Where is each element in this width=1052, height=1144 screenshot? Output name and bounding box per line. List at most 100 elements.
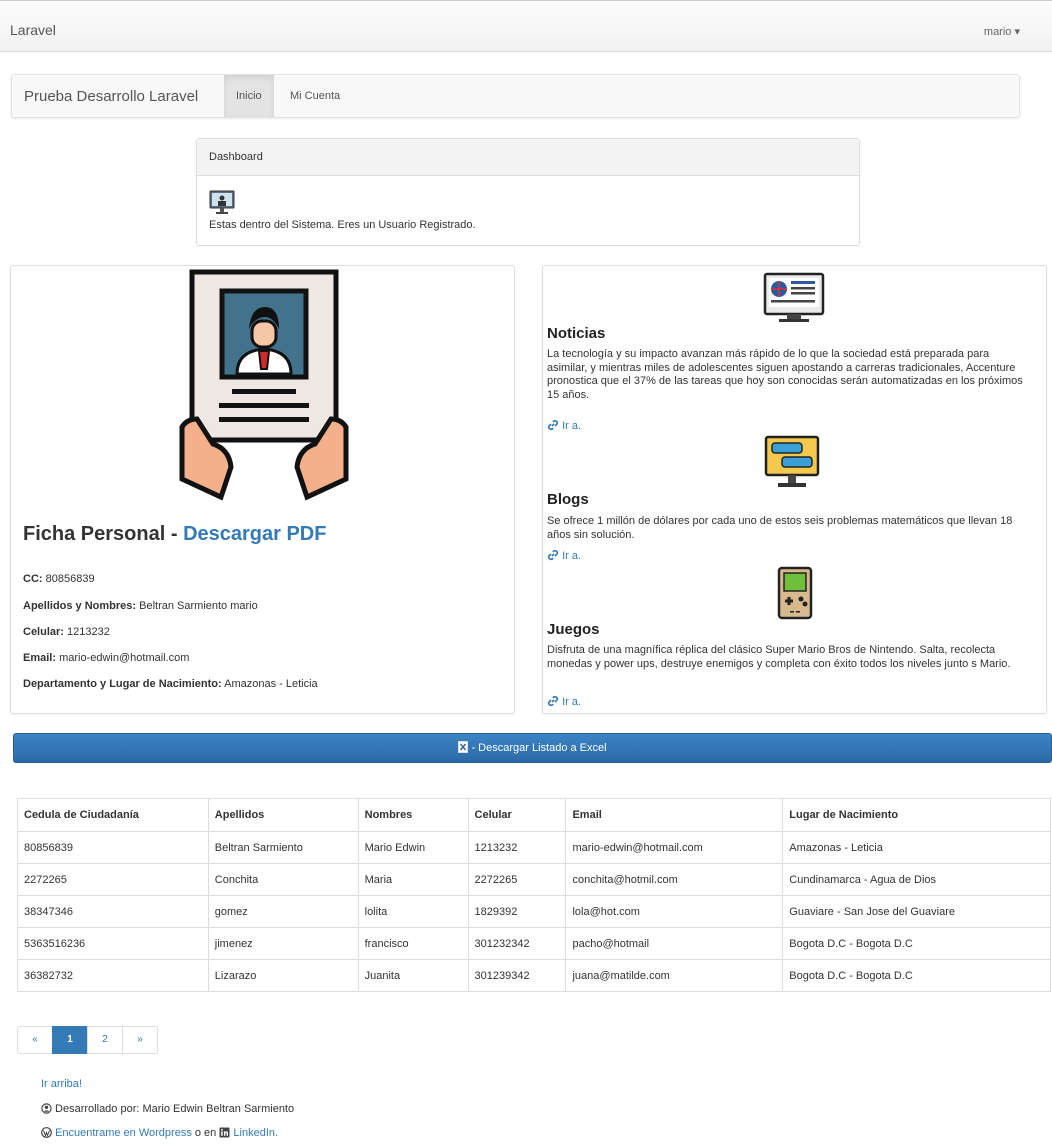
cell-apellidos: Lizarazo — [207, 959, 359, 992]
cell-apellidos: Conchita — [207, 863, 359, 896]
cell-celular: 2272265 — [467, 863, 567, 896]
cell-lugar: Amazonas - Leticia — [782, 831, 1051, 864]
news-link-juegos[interactable]: Ir a. — [547, 695, 581, 708]
wordpress-link[interactable]: Encuentrame en Wordpress — [55, 1127, 192, 1139]
download-excel-button[interactable]: - Descargar Listado a Excel — [13, 733, 1052, 763]
pagination-page-1[interactable]: 1 — [52, 1026, 88, 1054]
birthplace-value: Amazonas - Leticia — [221, 678, 318, 690]
top-navbar: Laravel mario ▾ — [0, 0, 1052, 52]
cell-lugar: Bogota D.C - Bogota D.C — [782, 927, 1051, 960]
table-row: 5363516236 jimenez francisco 301232342 p… — [17, 927, 1051, 960]
cell-nombres: Maria — [357, 863, 469, 896]
link-icon — [547, 549, 559, 561]
cell-nombres: francisco — [357, 927, 469, 960]
field-names: Apellidos y Nombres: Beltran Sarmiento m… — [23, 600, 258, 612]
cell-lugar: Cundinamarca - Agua de Dios — [782, 863, 1051, 896]
linkedin-link[interactable]: LinkedIn. — [233, 1127, 278, 1139]
col-header-lugar: Lugar de Nacimiento — [782, 798, 1051, 832]
pagination: « 1 2 » — [17, 1026, 158, 1054]
computer-user-icon — [209, 190, 235, 214]
developer-text: Desarrollado por: Mario Edwin Beltran Sa… — [52, 1103, 295, 1115]
app-brand[interactable]: Laravel — [10, 22, 56, 38]
ficha-personal-panel: Ficha Personal - Descargar PDF CC: 80856… — [10, 265, 515, 714]
table-row: 38347346 gomez lolita 1829392 lola@hot.c… — [17, 895, 1051, 928]
pagination-page-2[interactable]: 2 — [87, 1026, 123, 1054]
cell-email: mario-edwin@hotmail.com — [565, 831, 784, 864]
cell-cedula: 38347346 — [17, 895, 209, 928]
download-pdf-link[interactable]: Descargar PDF — [183, 523, 326, 545]
cell-email: lola@hot.com — [565, 895, 784, 928]
ficha-title: Ficha Personal - Descargar PDF — [23, 523, 326, 546]
tab-mi-cuenta[interactable]: Mi Cuenta — [278, 75, 352, 117]
news-text-blogs: Se ofrece 1 millón de dólares por cada u… — [547, 515, 1013, 541]
cell-apellidos: Beltran Sarmiento — [207, 831, 359, 864]
linkedin-icon — [219, 1127, 230, 1138]
col-header-celular: Celular — [467, 798, 567, 832]
pagination-prev[interactable]: « — [17, 1026, 53, 1054]
table-row: 80856839 Beltran Sarmiento Mario Edwin 1… — [17, 831, 1051, 864]
col-header-nombres: Nombres — [357, 798, 469, 832]
cell-email: pacho@hotmail — [565, 927, 784, 960]
wordpress-icon — [41, 1127, 52, 1138]
news-link-label: Ir a. — [562, 696, 582, 708]
cell-lugar: Guaviare - San Jose del Guaviare — [782, 895, 1051, 928]
field-celular: Celular: 1213232 — [23, 626, 110, 638]
news-title-blogs: Blogs — [547, 491, 589, 508]
footer-or-text: o en — [191, 1127, 220, 1139]
news-panel: Noticias La tecnología y su impacto avan… — [542, 265, 1047, 714]
cell-lugar: Bogota D.C - Bogota D.C — [782, 959, 1051, 992]
cell-nombres: Juanita — [357, 959, 469, 992]
footer-top: Ir arriba! — [41, 1078, 82, 1090]
user-menu-dropdown[interactable]: mario ▾ — [984, 25, 1020, 38]
news-title-juegos: Juegos — [547, 621, 600, 638]
cc-label: CC: — [23, 573, 43, 585]
field-birthplace: Departamento y Lugar de Nacimiento: Amaz… — [23, 678, 318, 690]
news-link-noticias[interactable]: Ir a. — [547, 419, 581, 432]
blog-monitor-icon — [764, 435, 820, 487]
birthplace-label: Departamento y Lugar de Nacimiento: — [23, 678, 222, 690]
user-circle-icon — [41, 1103, 52, 1114]
footer-social: Encuentrame en Wordpress o en LinkedIn. — [41, 1127, 278, 1139]
cell-celular: 301239342 — [467, 959, 567, 992]
cell-email: juana@matilde.com — [565, 959, 784, 992]
cell-cedula: 36382732 — [17, 959, 209, 992]
email-value: mario-edwin@hotmail.com — [56, 652, 190, 664]
cell-apellidos: jimenez — [207, 927, 359, 960]
tab-inicio[interactable]: Inicio — [224, 75, 274, 117]
news-text-juegos: Disfruta de una magnífica réplica del cl… — [547, 644, 1011, 670]
cell-celular: 1829392 — [467, 895, 567, 928]
col-header-email: Email — [565, 798, 784, 832]
cell-nombres: lolita — [357, 895, 469, 928]
field-cc: CC: 80856839 — [23, 573, 95, 585]
excel-file-icon — [458, 741, 469, 753]
celular-value: 1213232 — [63, 626, 110, 638]
table-header-row: Cedula de Ciudadanía Apellidos Nombres C… — [17, 798, 1051, 832]
cell-cedula: 2272265 — [17, 863, 209, 896]
cc-value: 80856839 — [42, 573, 95, 585]
resume-card-icon — [179, 269, 349, 501]
link-icon — [547, 419, 559, 431]
table-row: 2272265 Conchita Maria 2272265 conchita@… — [17, 863, 1051, 896]
names-value: Beltran Sarmiento mario — [136, 600, 258, 612]
dashboard-message: Estas dentro del Sistema. Eres un Usuari… — [209, 219, 476, 231]
download-excel-label: - Descargar Listado a Excel — [468, 742, 607, 754]
cell-cedula: 5363516236 — [17, 927, 209, 960]
news-text-noticias: La tecnología y su impacto avanzan más r… — [547, 348, 1023, 401]
dashboard-heading: Dashboard — [197, 139, 859, 176]
cell-celular: 1213232 — [467, 831, 567, 864]
news-title-noticias: Noticias — [547, 325, 606, 342]
email-label: Email: — [23, 652, 57, 664]
main-navbar: Prueba Desarrollo Laravel Inicio Mi Cuen… — [11, 74, 1020, 118]
news-link-label: Ir a. — [562, 420, 582, 432]
celular-label: Celular: — [23, 626, 64, 638]
cell-celular: 301232342 — [467, 927, 567, 960]
back-to-top-link[interactable]: Ir arriba! — [41, 1078, 82, 1090]
footer-developer: Desarrollado por: Mario Edwin Beltran Sa… — [41, 1103, 294, 1115]
site-brand[interactable]: Prueba Desarrollo Laravel — [24, 88, 198, 105]
field-email: Email: mario-edwin@hotmail.com — [23, 652, 189, 664]
cell-apellidos: gomez — [207, 895, 359, 928]
dashboard-panel: Dashboard Estas dentro del Sistema. Eres… — [196, 138, 860, 246]
news-link-blogs[interactable]: Ir a. — [547, 549, 581, 562]
pagination-next[interactable]: » — [122, 1026, 158, 1054]
table-row: 36382732 Lizarazo Juanita 301239342 juan… — [17, 959, 1051, 992]
